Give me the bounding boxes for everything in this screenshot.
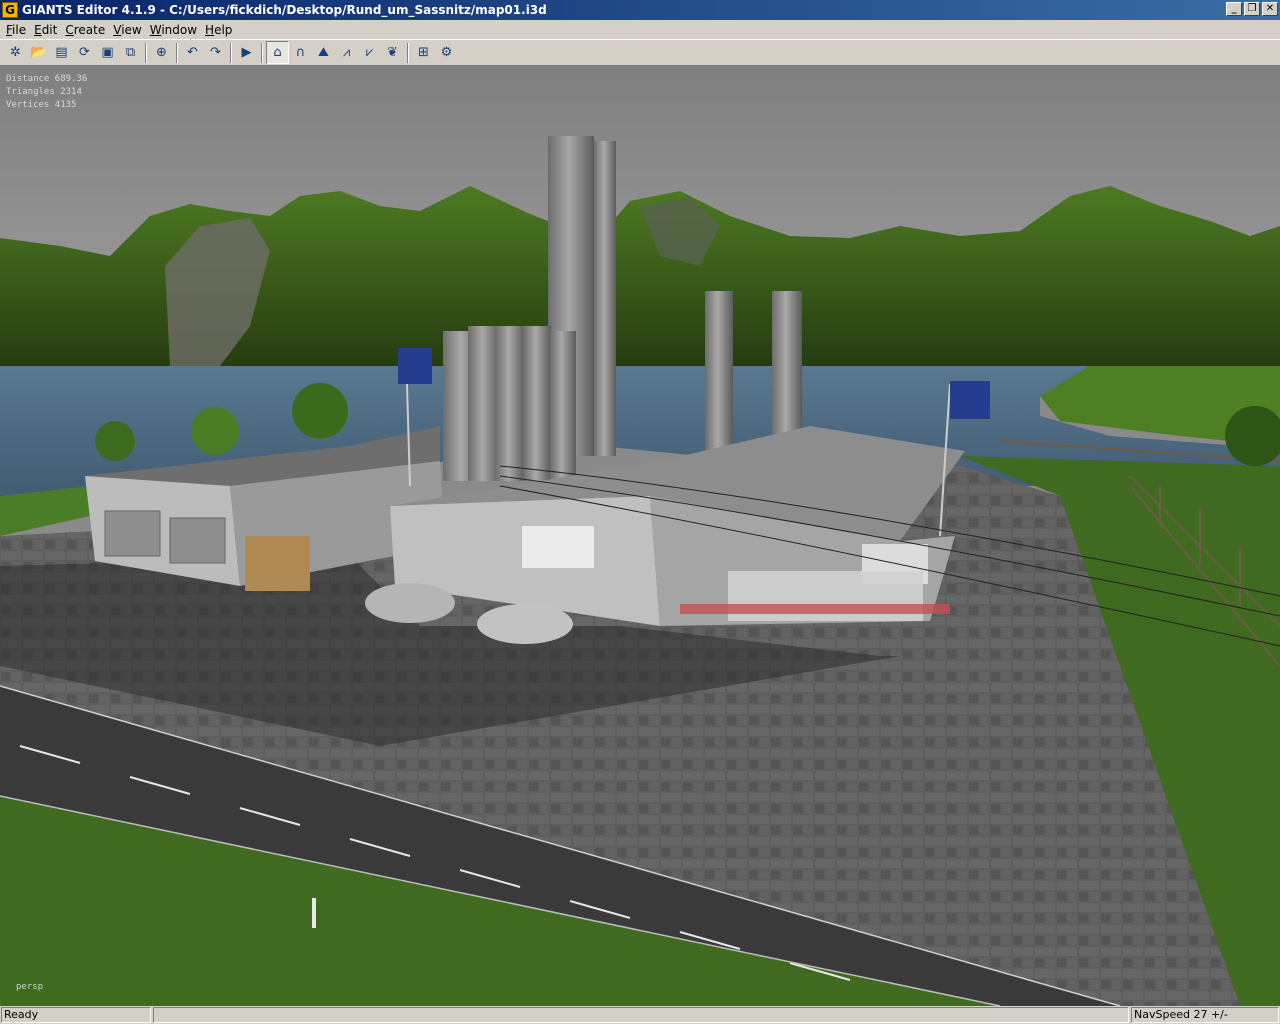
grid-button[interactable]: ⊞ xyxy=(412,41,435,64)
undo-icon: ↶ xyxy=(187,45,198,60)
toolbar-separator xyxy=(407,42,409,63)
title-bar[interactable]: G GIANTS Editor 4.1.9 - C:/Users/fickdic… xyxy=(0,0,1280,20)
barrier xyxy=(680,604,950,614)
tall-silo xyxy=(594,141,616,456)
terrain-paint-icon: ⩘ xyxy=(342,45,351,60)
magnet-icon: ∩ xyxy=(295,45,306,60)
redo-button[interactable]: ↷ xyxy=(204,41,227,64)
terrain-sculpt-button[interactable]: ⛰ xyxy=(312,41,335,64)
terrain-paint-button[interactable]: ⩘ xyxy=(335,41,358,64)
new-scene-button[interactable]: ✲ xyxy=(4,41,27,64)
menu-file[interactable]: File xyxy=(2,23,30,37)
terrain-detail-button[interactable]: ⩗ xyxy=(358,41,381,64)
flag xyxy=(398,348,432,384)
toolbar-separator xyxy=(230,42,232,63)
redo-icon: ↷ xyxy=(210,45,221,60)
minimize-button[interactable]: _ xyxy=(1226,2,1242,16)
menu-create[interactable]: Create xyxy=(61,23,109,37)
tank xyxy=(365,583,455,623)
stat-distance: Distance 689.36 xyxy=(6,74,87,84)
3d-viewport[interactable]: Distance 689.36 Triangles 2314 Vertices 41… xyxy=(0,66,1280,1006)
stat-value: 689.36 xyxy=(54,74,88,84)
import-icon: ⊕ xyxy=(156,45,167,60)
tank xyxy=(477,604,573,644)
stat-triangles: Triangles 2314 xyxy=(6,87,82,97)
wood-pile xyxy=(245,536,310,591)
main-toolbar: ✲ 📂 ▤ ⟳ ▣ ⧉ ⊕ ↶ ↷ ▶ ⌂ ∩ ⛰ ⩘ ⩗ ❦ ⊞ ⚙ xyxy=(0,39,1280,66)
giants-editor-window: G GIANTS Editor 4.1.9 - C:/Users/fickdic… xyxy=(0,0,1280,1024)
object-mode-icon: ⌂ xyxy=(273,45,282,60)
menu-window[interactable]: Window xyxy=(146,23,201,37)
stat-label: Vertices xyxy=(6,100,50,110)
stat-value: 2314 xyxy=(60,87,82,97)
stat-label: Triangles xyxy=(6,87,55,97)
camera-mode-label: persp xyxy=(16,982,44,992)
stat-value: 4135 xyxy=(54,100,77,110)
flag xyxy=(950,381,990,419)
new-scene-icon: ✲ xyxy=(10,45,21,60)
reload-icon: ⟳ xyxy=(79,45,90,60)
open-icon: 📂 xyxy=(30,45,47,60)
menu-edit[interactable]: Edit xyxy=(30,23,61,37)
undo-button[interactable]: ↶ xyxy=(181,41,204,64)
settings-icon: ⚙ xyxy=(440,45,453,60)
menu-help[interactable]: Help xyxy=(201,23,236,37)
app-logo-icon: G xyxy=(2,2,18,18)
warehouse-door xyxy=(169,517,226,564)
brand-sign xyxy=(522,526,594,568)
object-mode-button[interactable]: ⌂ xyxy=(266,41,289,64)
scene-render[interactable] xyxy=(0,66,1280,1006)
terrain-sculpt-icon: ⛰ xyxy=(318,45,329,60)
reload-button[interactable]: ⟳ xyxy=(73,41,96,64)
toolbar-separator xyxy=(176,42,178,63)
settings-button[interactable]: ⚙ xyxy=(435,41,458,64)
save-as-button[interactable]: ⧉ xyxy=(119,41,142,64)
properties-icon: ▤ xyxy=(55,45,68,60)
silo-group xyxy=(443,326,576,481)
import-button[interactable]: ⊕ xyxy=(150,41,173,64)
save-as-icon: ⧉ xyxy=(125,45,136,60)
foliage-button[interactable]: ❦ xyxy=(381,41,404,64)
menu-view[interactable]: View xyxy=(109,23,145,37)
play-icon: ▶ xyxy=(241,45,252,60)
menu-bar: File Edit Create View Window Help xyxy=(0,20,1280,39)
foliage-icon: ❦ xyxy=(387,45,398,60)
window-title: GIANTS Editor 4.1.9 - C:/Users/fickdich/… xyxy=(22,3,547,17)
properties-button[interactable]: ▤ xyxy=(50,41,73,64)
toolbar-separator xyxy=(261,42,263,63)
road-post xyxy=(312,898,316,928)
magnet-button[interactable]: ∩ xyxy=(289,41,312,64)
nav-speed-readout: NavSpeed 27 +/- xyxy=(1131,1007,1279,1023)
grid-icon: ⊞ xyxy=(418,45,429,60)
close-button[interactable]: ✕ xyxy=(1262,2,1278,16)
stat-label: Distance xyxy=(6,74,50,84)
terrain-detail-icon: ⩗ xyxy=(365,45,374,60)
restore-button[interactable]: ❐ xyxy=(1244,2,1260,16)
open-button[interactable]: 📂 xyxy=(27,41,50,64)
status-panel xyxy=(153,1007,1129,1023)
toolbar-separator xyxy=(145,42,147,63)
save-icon: ▣ xyxy=(101,45,114,60)
status-text: Ready xyxy=(1,1007,151,1023)
play-button[interactable]: ▶ xyxy=(235,41,258,64)
window-controls: _ ❐ ✕ xyxy=(1226,2,1278,16)
save-button[interactable]: ▣ xyxy=(96,41,119,64)
status-bar: Ready NavSpeed 27 +/- xyxy=(0,1006,1280,1024)
stat-vertices: Vertices 4135 xyxy=(6,100,76,110)
warehouse-door xyxy=(104,510,161,557)
